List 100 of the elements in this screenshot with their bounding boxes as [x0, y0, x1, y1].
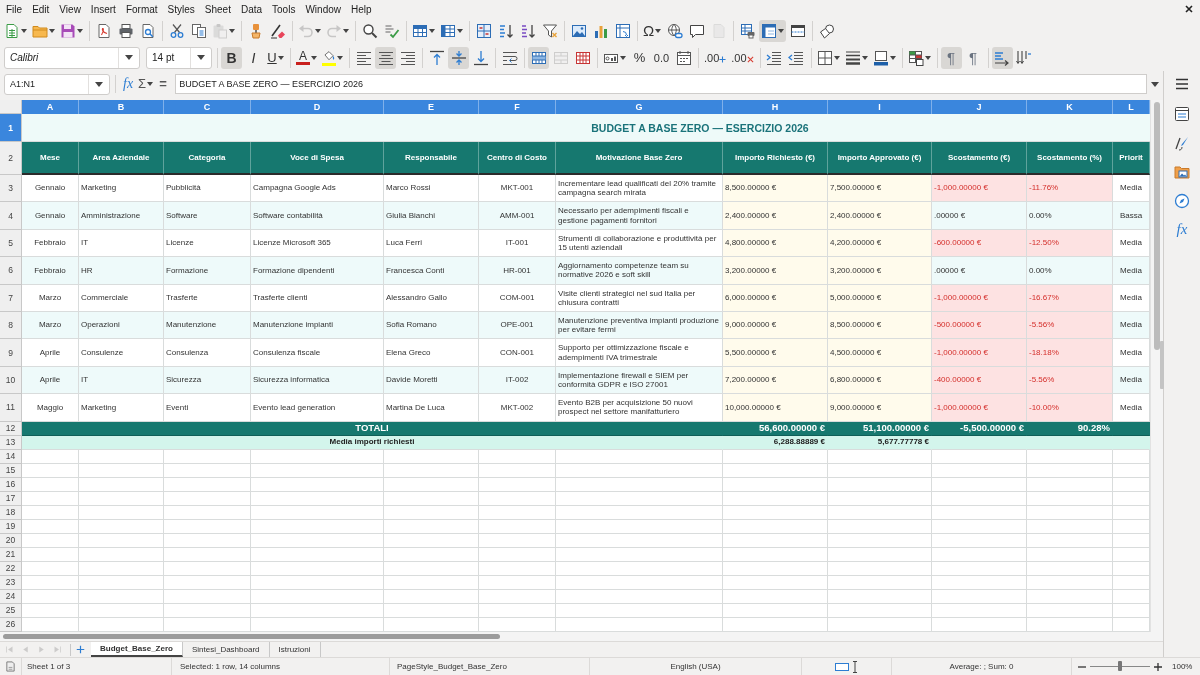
menu-item[interactable]: Sheet — [199, 0, 236, 18]
menu-item[interactable]: Format — [120, 0, 163, 18]
percent-button[interactable]: % — [629, 46, 650, 69]
table-cell: Pubblicità — [164, 175, 251, 203]
column-header[interactable]: D — [251, 100, 384, 114]
sheet-tab[interactable]: Budget_Base_Zero — [91, 642, 183, 657]
slider-thumb[interactable] — [1118, 661, 1122, 671]
table-cell: Evento B2B per acquisizione 50 nuovi prospect nel settore manifatturiero — [556, 394, 723, 422]
table-printer-icon — [739, 23, 756, 39]
bar-chart-icon — [592, 23, 609, 39]
table-cell: Marketing — [79, 175, 164, 203]
table-cell: Francesca Conti — [384, 257, 479, 285]
column-header[interactable]: L — [1113, 100, 1150, 114]
scroll-thumb[interactable] — [1154, 102, 1160, 350]
menu-item[interactable]: Edit — [27, 0, 55, 18]
menu-item[interactable]: Help — [346, 0, 377, 18]
number-format-button[interactable]: 0.0 — [651, 46, 672, 69]
column-header[interactable]: F — [479, 100, 556, 114]
caret-icon — [1151, 81, 1159, 87]
row-header[interactable]: 10 — [0, 366, 22, 395]
font-size-box[interactable]: 14 pt — [146, 46, 212, 69]
right-to-left-button[interactable]: ¶ — [962, 46, 984, 69]
table-cell: 4,800.00000 € — [723, 229, 828, 258]
line-style-icon — [844, 49, 861, 66]
underline-button[interactable]: U — [265, 46, 286, 69]
image-icon — [570, 23, 587, 39]
menu-item[interactable]: Tools — [267, 0, 301, 18]
close-document-button[interactable] — [1183, 3, 1195, 15]
column-header[interactable]: K — [1027, 100, 1113, 114]
row-header[interactable]: 9 — [0, 339, 22, 367]
table-cell: OPE-001 — [479, 311, 556, 340]
column-header[interactable]: H — [723, 100, 828, 114]
row-header[interactable]: 5 — [0, 229, 22, 258]
sidebar-handle[interactable] — [1160, 341, 1164, 389]
italic-button[interactable]: I — [243, 46, 264, 69]
row-header[interactable]: 11 — [0, 394, 22, 422]
scissors-icon — [168, 23, 185, 39]
bold-button[interactable]: B — [221, 46, 242, 69]
row-header[interactable]: 6 — [0, 257, 22, 285]
shapes-icon — [818, 23, 835, 39]
delete-decimal-button[interactable]: .00 — [729, 46, 756, 69]
table-cell: -1,000.00000 € — [932, 284, 1027, 312]
functions-deck-button[interactable]: fx — [1171, 219, 1193, 240]
row-header[interactable]: 3 — [0, 175, 22, 203]
folder-icon — [32, 23, 48, 39]
column-header[interactable]: G — [556, 100, 723, 114]
name-box[interactable]: A1:N1 — [4, 73, 110, 95]
row-header[interactable]: 2 — [0, 142, 22, 175]
merge-cells-icon — [552, 49, 569, 66]
row-header[interactable]: 1 — [0, 114, 22, 142]
table-cell: Media — [1113, 175, 1150, 203]
menu-item[interactable]: Insert — [85, 0, 121, 18]
table-columns-icon — [440, 23, 456, 39]
header-cell: Responsabile — [384, 142, 479, 175]
menu-item[interactable]: File — [1, 0, 28, 18]
pivot-table-icon — [614, 23, 631, 39]
horizontal-scrollbar[interactable] — [0, 632, 1163, 641]
add-decimal-button[interactable]: .00 — [702, 46, 729, 69]
vertical-scrollbar[interactable] — [1150, 100, 1163, 632]
row-header[interactable]: 7 — [0, 284, 22, 312]
compass-icon — [1174, 192, 1190, 209]
text-cursor-icon[interactable] — [852, 660, 858, 673]
font-name-box[interactable]: Calibri — [4, 46, 140, 69]
sheet-tab[interactable]: Sintesi_Dashboard — [182, 642, 270, 657]
menu-item[interactable]: View — [54, 0, 86, 18]
column-header[interactable]: C — [164, 100, 251, 114]
formula-button[interactable]: = — [156, 74, 171, 94]
merge-center-button[interactable] — [528, 46, 549, 69]
formula-input[interactable]: BUDGET A BASE ZERO — ESERCIZIO 2026 — [175, 74, 1147, 94]
sum-button[interactable]: Σ — [136, 74, 156, 94]
column-header[interactable]: J — [932, 100, 1027, 114]
selection-mode-icon[interactable] — [835, 661, 849, 672]
menu-item[interactable]: Data — [235, 0, 268, 18]
row-header[interactable]: 8 — [0, 311, 22, 340]
borders-icon — [816, 49, 833, 66]
special-character-button[interactable]: Ω — [641, 20, 664, 42]
scroll-thumb[interactable] — [3, 634, 500, 639]
column-header[interactable]: E — [384, 100, 479, 114]
align-center-icon — [377, 49, 394, 66]
menu-item[interactable]: Styles — [162, 0, 200, 18]
document-icon — [5, 661, 16, 672]
table-cell: .00000 € — [932, 257, 1027, 285]
align-middle-button[interactable] — [448, 46, 469, 69]
table-cell: Formazione — [164, 257, 251, 285]
zoom-in-button[interactable] — [1152, 660, 1164, 673]
font-color-button[interactable]: A — [294, 46, 319, 69]
column-header[interactable]: B — [79, 100, 164, 114]
printer-icon — [117, 23, 134, 39]
table-cell: 4,500.00000 € — [828, 339, 932, 367]
align-center-button[interactable] — [375, 46, 396, 69]
function-wizard-button[interactable]: fx — [121, 74, 136, 94]
column-header[interactable]: I — [828, 100, 932, 114]
freeze-button[interactable] — [759, 20, 787, 42]
row-header[interactable]: 4 — [0, 202, 22, 230]
sheet-tab[interactable]: Istruzioni — [269, 642, 321, 657]
menu-item[interactable]: Window — [300, 0, 346, 18]
column-header[interactable]: A — [22, 100, 79, 114]
text-direction-button[interactable] — [991, 46, 1013, 69]
table-cell: Consulenza fiscale — [251, 339, 384, 367]
table-cell: COM-001 — [479, 284, 556, 312]
